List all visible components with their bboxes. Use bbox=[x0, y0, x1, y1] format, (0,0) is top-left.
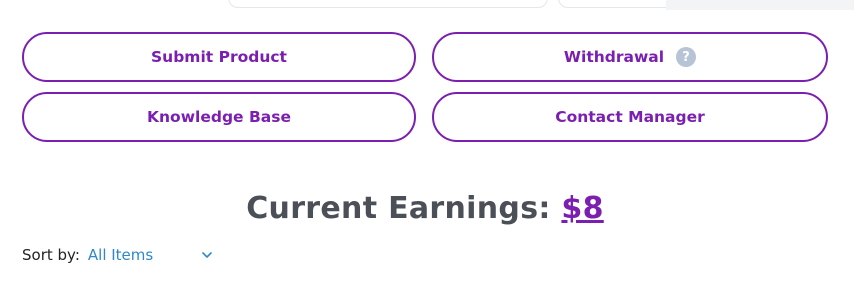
top-field-remnant bbox=[228, 0, 548, 8]
withdrawal-button[interactable]: Withdrawal ? bbox=[432, 32, 828, 82]
sort-control: Sort by: All Items bbox=[22, 246, 213, 264]
earnings-amount-link[interactable]: $8 bbox=[561, 191, 603, 226]
earnings-label: Current Earnings: bbox=[246, 191, 551, 226]
current-earnings: Current Earnings: $8 bbox=[0, 191, 850, 226]
top-toolbar-remnant bbox=[0, 0, 854, 10]
sort-select[interactable]: All Items bbox=[88, 246, 213, 264]
sort-label: Sort by: bbox=[22, 246, 80, 264]
withdrawal-label: Withdrawal bbox=[563, 48, 665, 66]
chevron-down-icon bbox=[202, 252, 213, 258]
help-icon[interactable]: ? bbox=[676, 47, 697, 67]
knowledge-base-button[interactable]: Knowledge Base bbox=[22, 92, 416, 142]
contact-manager-button[interactable]: Contact Manager bbox=[432, 92, 828, 142]
knowledge-base-label: Knowledge Base bbox=[147, 108, 291, 126]
contact-manager-label: Contact Manager bbox=[555, 108, 705, 126]
sort-selected-value: All Items bbox=[87, 246, 154, 264]
top-right-panel bbox=[666, 0, 854, 10]
submit-product-label: Submit Product bbox=[151, 48, 287, 66]
submit-product-button[interactable]: Submit Product bbox=[22, 32, 416, 82]
